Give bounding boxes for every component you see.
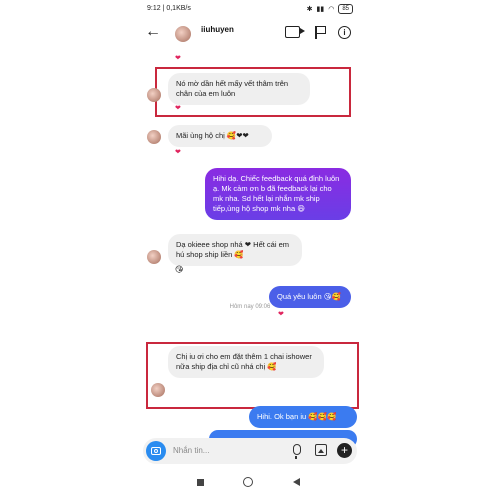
back-arrow-icon[interactable]: ← xyxy=(145,24,161,40)
message-composer: Nhắn tin... + xyxy=(143,438,357,464)
battery-icon: 85 xyxy=(338,4,353,14)
incoming-message[interactable]: Mãi ủng hộ chị 🥰❤❤ xyxy=(168,125,272,147)
header-actions: i xyxy=(285,26,351,39)
contact-avatar xyxy=(147,88,161,102)
reaction-heart: ❤ xyxy=(278,311,284,318)
chat-header: ← iiuhuyen i xyxy=(139,18,361,50)
home-button[interactable] xyxy=(243,477,253,487)
bluetooth-icon: ✱ xyxy=(306,6,313,13)
status-bar: 9:12 | 0,1KB/s ✱ ▮▮ ◠ 85 xyxy=(139,0,361,18)
system-nav-bar xyxy=(139,470,361,498)
reaction-heart: ❤ xyxy=(175,105,181,112)
reaction-emoji: 😘 xyxy=(175,265,184,274)
contact-avatar xyxy=(147,250,161,264)
flag-icon[interactable] xyxy=(314,26,326,39)
contact-avatar xyxy=(151,383,165,397)
plus-icon[interactable]: + xyxy=(337,443,352,458)
contact-username[interactable]: iiuhuyen xyxy=(201,25,234,34)
signal-icon: ▮▮ xyxy=(316,6,325,13)
contact-avatar[interactable] xyxy=(175,26,191,42)
status-icons: ✱ ▮▮ ◠ 85 xyxy=(307,4,353,14)
outgoing-message[interactable]: Hihi dạ. Chiếc feedback quá đỉnh luôn ạ.… xyxy=(205,168,351,220)
message-input[interactable]: Nhắn tin... xyxy=(173,446,209,455)
incoming-message[interactable]: Chị iu ơi cho em đặt thêm 1 chai ishower… xyxy=(168,346,324,378)
video-call-icon[interactable] xyxy=(285,26,305,38)
status-time: 9:12 | 0,1KB/s xyxy=(147,5,191,12)
wifi-icon: ◠ xyxy=(328,6,335,13)
recent-apps-button[interactable] xyxy=(197,479,204,486)
camera-icon[interactable] xyxy=(146,441,166,461)
system-back-button[interactable] xyxy=(293,478,300,486)
timestamp: Hôm nay 09:06 xyxy=(229,304,271,310)
reaction-heart: ❤ xyxy=(175,149,181,156)
gallery-icon[interactable] xyxy=(315,444,327,456)
info-icon[interactable]: i xyxy=(338,26,351,39)
contact-avatar xyxy=(147,130,161,144)
outgoing-message[interactable]: Hihi. Ok bạn iu 🥰🥰🥰 xyxy=(249,406,357,428)
reaction-heart: ❤ xyxy=(175,55,181,62)
incoming-message[interactable]: Nó mờ dần hết mấy vết thâm trên chân của… xyxy=(168,73,310,105)
microphone-icon[interactable] xyxy=(293,444,301,459)
incoming-message[interactable]: Dạ okieee shop nhá ❤ Hết cái em hú shop … xyxy=(168,234,302,266)
phone-screen: 9:12 | 0,1KB/s ✱ ▮▮ ◠ 85 ← iiuhuyen i ❤ … xyxy=(139,0,361,498)
